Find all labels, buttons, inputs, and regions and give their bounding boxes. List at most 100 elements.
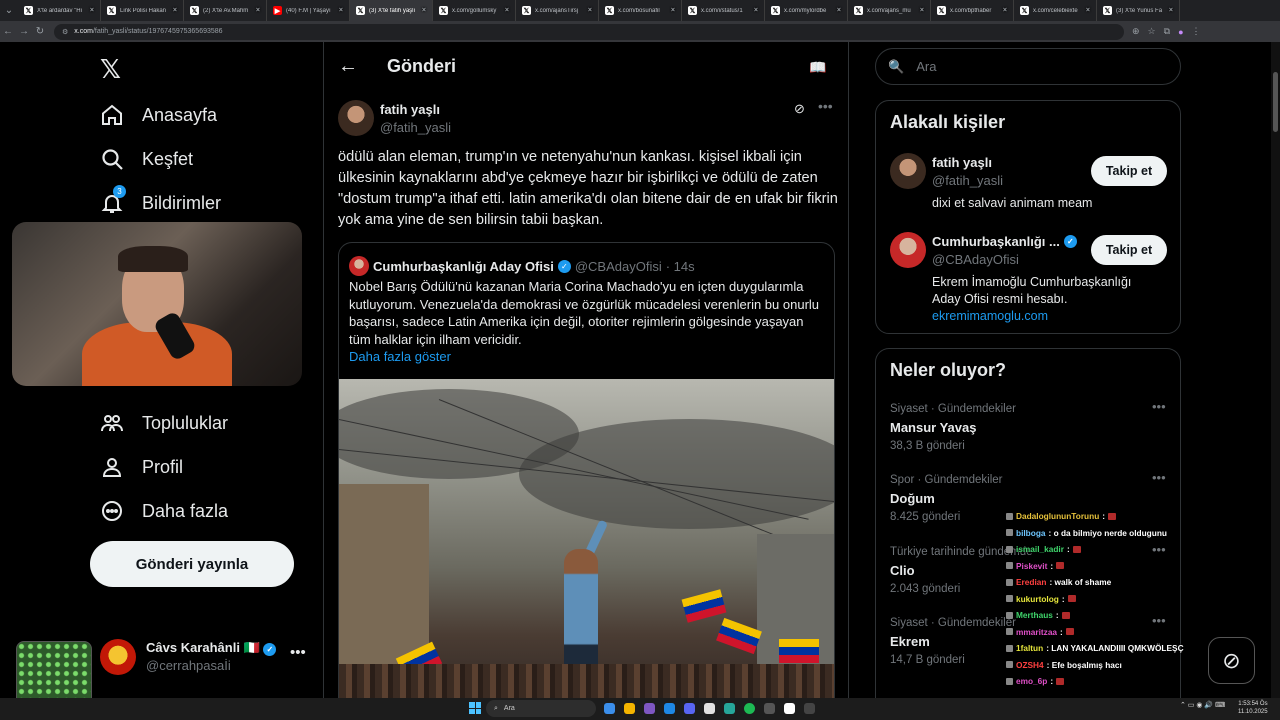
browser-tab[interactable]: 𝕏x.com/i/status/1 × [682,0,765,21]
browser-tab[interactable]: 𝕏 Link Polisi Hakan × [101,0,184,21]
browser-tab[interactable]: 𝕏x.com/gollumsky × [433,0,516,21]
scrollbar-thumb[interactable] [1273,72,1278,132]
account-switcher[interactable]: Câvs Karahânli 🇮🇹 ✓ @cerrahpasaİi ••• [100,639,310,679]
taskbar-search[interactable]: ⌕ Ara [486,700,596,717]
tab-close-icon[interactable]: × [422,2,426,19]
trend-more-icon[interactable]: ••• [1152,399,1166,414]
reader-mode-icon[interactable]: 📖 [809,59,826,76]
browser-tab[interactable]: 𝕏 (3) X'te Yunus Fa × [1097,0,1180,21]
start-menu-icon[interactable] [469,702,481,714]
taskbar-app-icon[interactable] [804,703,815,714]
show-more-link[interactable]: Daha fazla göster [349,348,824,366]
os-taskbar: ⌕ Ara ⌃ ▭ ◉ 🔊 ⌨ 1:53:54 Ös 11.10.2025 [0,698,1280,720]
taskbar-app-icon[interactable] [604,703,615,714]
grok-icon[interactable]: ⊘ [794,101,805,117]
post-more-icon[interactable]: ••• [818,98,833,114]
browser-tab[interactable]: 𝕏x.com/celebiexte × [1014,0,1097,21]
website-link[interactable]: ekremimamoglu.com [932,308,1157,325]
reload-icon[interactable]: ↻ [32,26,48,37]
extensions-icon[interactable]: ⧉ [1164,26,1170,37]
browser-menu-icon[interactable]: ⋮ [1192,26,1201,37]
taskbar-app-icon[interactable] [624,703,635,714]
follow-button[interactable]: Takip et [1091,156,1167,186]
nav-item-home[interactable]: Anasayfa [100,103,217,127]
taskbar-app-icon[interactable] [684,703,695,714]
tab-close-icon[interactable]: × [339,2,343,19]
chat-badge-icon [1006,595,1013,603]
nav-label: Daha fazla [142,500,229,521]
author-avatar[interactable] [338,100,374,136]
related-person[interactable]: Cumhurbaşkanlığı ... ✓ @CBAdayOfisi Takip… [890,232,1168,327]
nav-item-notifications[interactable]: 3 Bildirimler [100,185,221,215]
tab-close-icon[interactable]: × [837,2,841,19]
browser-tab[interactable]: 𝕏 (3) X'te fatih yaşlı × [350,0,433,21]
browser-tab[interactable]: 𝕏 X'te ardardav "Hi × [18,0,101,21]
trend-context: Spor · Gündemdekiler [890,474,1003,486]
forward-nav-icon[interactable]: → [16,26,32,37]
browser-tab[interactable]: 𝕏x.com/ajans_mu × [848,0,931,21]
taskbar-app-icon[interactable] [784,703,795,714]
nav-item-profile[interactable]: Profil [100,455,183,479]
related-people-panel: Alakalı kişiler fatih yaşlı @fatih_yasli… [875,100,1181,334]
browser-tab[interactable]: 𝕏x.com/mylordbe × [765,0,848,21]
tab-close-icon[interactable]: × [256,2,260,19]
grok-floating-icon[interactable]: ⊘ [1208,637,1255,684]
page-scrollbar[interactable] [1271,42,1280,700]
tab-close-icon[interactable]: × [671,2,675,19]
tab-close-icon[interactable]: × [173,2,177,19]
search-input[interactable]: 🔍 Ara [875,48,1181,85]
trend-more-icon[interactable]: ••• [1152,470,1166,485]
more-icon[interactable]: ••• [290,644,306,661]
taskbar-clock[interactable]: 1:53:54 Ös 11.10.2025 [1238,700,1268,716]
taskbar-app-icon[interactable] [644,703,655,714]
taskbar-app-icon[interactable] [764,703,775,714]
url-field[interactable]: ⚙ x.com/fatih_yasli/status/1976745975365… [54,23,1124,40]
browser-tab[interactable]: 𝕏x.com/ajansTirsj × [516,0,599,21]
nav-item-communities[interactable]: Topluluklar [100,411,228,435]
back-nav-icon[interactable]: ← [0,26,16,37]
taskbar-app-icon[interactable] [664,703,675,714]
taskbar-app-icon[interactable] [704,703,715,714]
back-arrow-icon[interactable]: ← [338,55,358,78]
chat-badge-icon [1006,545,1013,553]
tab-close-icon[interactable]: × [505,2,509,19]
quoted-post[interactable]: Cumhurbaşkanlığı Aday Ofisi ✓ @CBAdayOfi… [338,242,835,720]
zoom-icon[interactable]: ⊕ [1132,26,1140,37]
tab-close-icon[interactable]: × [90,2,94,19]
profile-icon[interactable]: ● [1178,27,1183,37]
nav-item-more[interactable]: Daha fazla [100,499,228,523]
tab-close-icon[interactable]: × [1086,2,1090,19]
author-name[interactable]: fatih yaşlı [380,102,440,117]
browser-tab[interactable]: 𝕏x.com/bpthaber × [931,0,1014,21]
chat-message: Piskevit: [1006,558,1206,575]
tab-close-icon[interactable]: × [1169,2,1173,19]
browser-tab[interactable]: 𝕏x.com/bosunafil × [599,0,682,21]
system-tray-icons[interactable]: ⌃ ▭ ◉ 🔊 ⌨ [1180,701,1225,709]
quoted-post-time: · 14s [665,258,695,274]
tab-label: Link Polisi Hakan [120,7,167,14]
tab-label: x.com/mylordbe [784,7,827,14]
x-logo-icon[interactable]: 𝕏 [100,55,121,85]
tab-close-icon[interactable]: × [754,2,758,19]
follow-button[interactable]: Takip et [1091,235,1167,265]
taskbar-app-icon[interactable] [724,703,735,714]
quoted-post-image[interactable] [339,379,834,719]
tab-close-icon[interactable]: × [920,2,924,19]
author-handle[interactable]: @fatih_yasli [380,120,451,135]
bookmark-star-icon[interactable]: ☆ [1148,26,1156,37]
related-person[interactable]: fatih yaşlı @fatih_yasli Takip et dixi e… [890,153,1168,213]
trend-item[interactable]: Siyaset · Gündemdekiler Mansur Yavaş 38,… [890,399,1180,452]
nav-item-explore[interactable]: Keşfet [100,147,193,171]
taskbar-app-icon[interactable] [744,703,755,714]
chat-username: ismail_kadir [1016,544,1064,555]
tab-close-icon[interactable]: × [588,2,592,19]
tab-menu-icon[interactable]: ⌄ [0,5,18,16]
chat-emote-icon [1056,677,1065,685]
tab-close-icon[interactable]: × [1003,2,1007,19]
browser-tab[interactable]: ▶ (40) F.M | Yaşayı × [267,0,350,21]
browser-tab[interactable]: 𝕏 (2) X'te Av.Mahm × [184,0,267,21]
site-info-icon[interactable]: ⚙ [62,28,68,36]
chat-message: 1faltun: LAN YAKALANDIIII QMKWÖLEŞÇ [1006,640,1206,657]
chat-username: DadaloglununTorunu [1016,511,1100,522]
post-button[interactable]: Gönderi yayınla [90,541,294,587]
